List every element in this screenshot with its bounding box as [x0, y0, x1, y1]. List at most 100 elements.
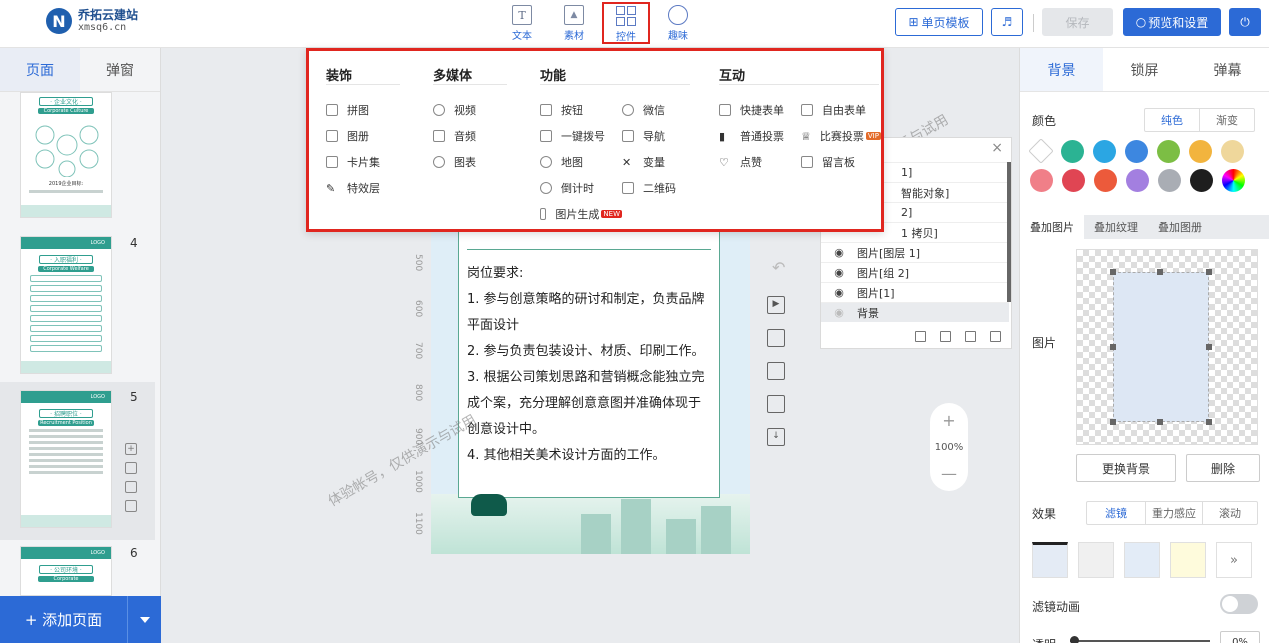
single-page-template-button[interactable]: ⊞ 单页模板 [895, 8, 983, 36]
tool-text[interactable]: T 文本 [498, 5, 546, 43]
resize-handle[interactable] [1110, 344, 1116, 350]
tab-popups[interactable]: 弹窗 [80, 48, 160, 91]
copy-icon[interactable] [125, 481, 137, 493]
tool-fun[interactable]: 趣味 [654, 5, 702, 43]
resize-handle[interactable] [1110, 419, 1116, 425]
gravity-option[interactable]: 重力感应 [1146, 502, 1203, 524]
tab-pages[interactable]: 页面 [0, 48, 80, 91]
power-button[interactable]: ⏻ [1229, 8, 1261, 36]
filter-more-button[interactable]: » [1216, 542, 1252, 578]
grid-icon[interactable] [767, 362, 785, 380]
widget-card-set[interactable]: 卡片集 [326, 149, 400, 175]
preview-settings-button[interactable]: ○ 预览和设置 [1123, 8, 1221, 36]
color-swatch[interactable] [1157, 140, 1180, 163]
eye-icon[interactable]: ◉ [821, 246, 857, 259]
copy-layer-icon[interactable] [767, 329, 785, 347]
widget-video[interactable]: 视频 [433, 97, 507, 123]
widget-contest-vote[interactable]: ♕ 比赛投票 VIP [801, 123, 881, 149]
delete-button[interactable]: 删除 [1186, 454, 1260, 482]
page-thumbnail[interactable]: · 企业文化 · Corporate Culture 2019企业目标: [20, 92, 112, 218]
resize-handle[interactable] [1206, 269, 1212, 275]
widget-qrcode[interactable]: 二维码 [622, 175, 690, 201]
widget-map[interactable]: 地图 [540, 149, 622, 175]
color-swatch[interactable] [1030, 169, 1053, 192]
save-button[interactable]: 保存 [1042, 8, 1113, 36]
page-thumbnail[interactable]: LOGO · 招聘职位 · Recruitment Position [20, 390, 112, 528]
widget-puzzle[interactable]: 拼图 [326, 97, 400, 123]
custom-color-picker[interactable] [1222, 169, 1245, 192]
layers-scrollbar[interactable] [1007, 162, 1011, 302]
group-icon[interactable] [915, 330, 926, 342]
page-thumbnail[interactable]: LOGO · 入职福利 · Corporate Welfare [20, 236, 112, 374]
tab-overlay-album[interactable]: 叠加图册 [1148, 219, 1212, 235]
widget-vote[interactable]: ▮ 普通投票 [719, 123, 801, 149]
widget-free-form[interactable]: 自由表单 [801, 97, 877, 123]
filter-preset[interactable] [1032, 542, 1068, 578]
opacity-slider-handle[interactable] [1070, 636, 1079, 643]
download-icon[interactable]: ↓ [767, 428, 785, 446]
color-swatch[interactable] [1125, 140, 1148, 163]
resize-handle[interactable] [1157, 269, 1163, 275]
app-logo[interactable]: N 乔拓云建站 xmsq6.cn [46, 8, 138, 34]
color-swatch[interactable] [1093, 140, 1116, 163]
filter-preset[interactable] [1170, 542, 1206, 578]
color-swatch[interactable] [1094, 169, 1117, 192]
zoom-out-button[interactable]: — [941, 464, 957, 483]
color-swatch[interactable] [1158, 169, 1181, 192]
layer-row[interactable]: ◉ 图片[1] [821, 282, 1009, 302]
copy-icon[interactable] [940, 330, 951, 342]
color-swatch[interactable] [1028, 138, 1054, 164]
layout-icon[interactable] [125, 462, 137, 474]
eye-icon[interactable]: ◉ [821, 306, 857, 319]
job-requirements-text[interactable]: 岗位要求: 1. 参与创意策略的研讨和制定，负责品牌 平面设计 2. 参与负责包… [467, 261, 713, 469]
tool-widget[interactable]: 控件 [602, 2, 650, 44]
filter-option[interactable]: 滤镜 [1087, 502, 1146, 524]
widget-variable[interactable]: ✕ 变量 [622, 149, 690, 175]
image-crop-box[interactable] [1113, 272, 1209, 422]
layer-row[interactable]: ◉ 图片[图层 1] [821, 242, 1009, 262]
add-page-button[interactable]: + 添加页面 [0, 609, 127, 630]
widget-effect-layer[interactable]: ✎ 特效层 [326, 175, 400, 201]
gradient-option[interactable]: 渐变 [1200, 109, 1254, 131]
filter-animation-toggle[interactable] [1220, 594, 1258, 614]
job-description-card[interactable]: 岗位要求: 1. 参与创意策略的研讨和制定，负责品牌 平面设计 2. 参与负责包… [458, 222, 720, 498]
scroll-option[interactable]: 滚动 [1203, 502, 1257, 524]
widget-audio[interactable]: 音频 [433, 123, 507, 149]
widget-button[interactable]: 按钮 [540, 97, 622, 123]
widget-like[interactable]: ♡ 点赞 [719, 149, 801, 175]
page-thumbnail[interactable]: LOGO · 公司环境 · Corporate Environment [20, 546, 112, 596]
undo-icon[interactable]: ↶ [772, 258, 785, 277]
replace-background-button[interactable]: 更换背景 [1076, 454, 1176, 482]
filter-preset[interactable] [1124, 542, 1160, 578]
filter-preset[interactable] [1078, 542, 1114, 578]
layer-row[interactable]: ◉ 图片[组 2] [821, 262, 1009, 282]
opacity-value[interactable]: 0% [1220, 631, 1260, 643]
tab-overlay-texture[interactable]: 叠加纹理 [1084, 219, 1148, 235]
add-page-dropdown[interactable] [127, 596, 161, 643]
trash-icon[interactable] [990, 330, 1001, 342]
resize-handle[interactable] [1110, 269, 1116, 275]
resize-handle[interactable] [1157, 419, 1163, 425]
play-icon[interactable]: ▶ [767, 296, 785, 314]
phone-preview-icon[interactable] [767, 395, 785, 413]
color-swatch[interactable] [1190, 169, 1213, 192]
background-image-preview[interactable] [1076, 249, 1258, 445]
tab-background[interactable]: 背景 [1020, 48, 1103, 91]
widget-phone-dial[interactable]: 一键拨号 [540, 123, 622, 149]
color-swatch[interactable] [1062, 169, 1085, 192]
widget-album[interactable]: 图册 [326, 123, 400, 149]
color-swatch[interactable] [1221, 140, 1244, 163]
folder-icon[interactable] [965, 330, 976, 342]
tab-overlay-image[interactable]: 叠加图片 [1020, 215, 1084, 239]
widget-chart[interactable]: 图表 [433, 149, 507, 175]
eye-icon[interactable]: ◉ [821, 266, 857, 279]
widget-wechat[interactable]: 微信 [622, 97, 690, 123]
resize-handle[interactable] [1206, 419, 1212, 425]
add-icon[interactable]: + [125, 443, 137, 455]
color-swatch[interactable] [1189, 140, 1212, 163]
widget-nav[interactable]: 导航 [622, 123, 690, 149]
tab-danmaku[interactable]: 弹幕 [1186, 48, 1269, 91]
widget-countdown[interactable]: 倒计时 [540, 175, 622, 201]
resize-handle[interactable] [1206, 344, 1212, 350]
close-icon[interactable]: × [991, 140, 1003, 156]
